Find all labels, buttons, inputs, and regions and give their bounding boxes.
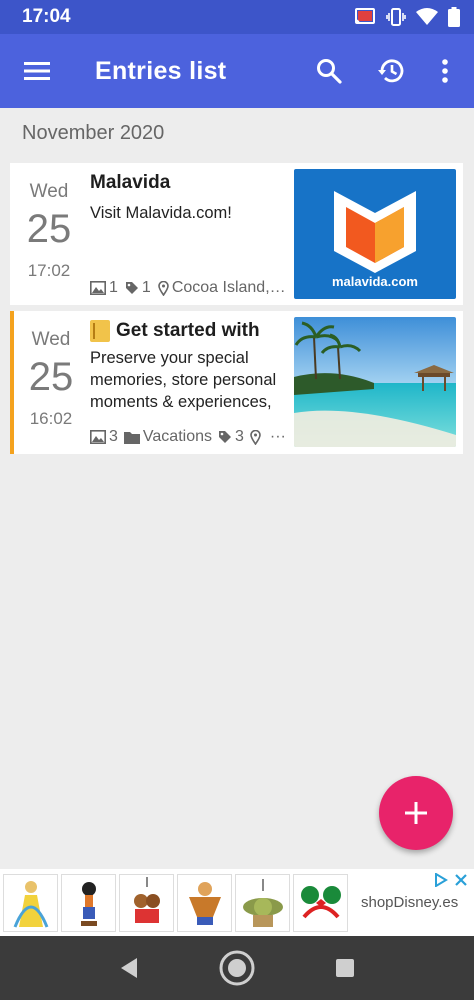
- entry-card[interactable]: Wed 25 16:02 Get started with Preserve y…: [10, 311, 463, 454]
- app-bar-actions: [298, 34, 468, 108]
- princess-ornament-image: [13, 880, 48, 928]
- entry-day: 25: [28, 355, 74, 399]
- entry-meta: 3 Vacations 3 ···: [90, 428, 286, 446]
- system-navigation-bar: [0, 936, 474, 1000]
- status-time: 17:04: [22, 6, 71, 27]
- photo-count: 1: [109, 279, 118, 296]
- history-button[interactable]: [360, 34, 422, 108]
- menu-button[interactable]: [0, 34, 74, 108]
- search-button[interactable]: [298, 34, 360, 108]
- location-icon: [158, 280, 169, 296]
- entry-date: Wed 25 17:02: [10, 163, 88, 305]
- status-bar: 17:04: [0, 0, 474, 34]
- entry-body: Malavida Visit Malavida.com! 1 1 Cocoa I…: [88, 163, 288, 305]
- recents-icon[interactable]: [335, 958, 355, 978]
- entry-date: Wed 25 16:02: [14, 311, 88, 454]
- ad-product-image[interactable]: [119, 873, 174, 932]
- entry-title-text: Get started with: [116, 320, 260, 341]
- tag-icon: [125, 282, 138, 294]
- ad-product-image[interactable]: [3, 873, 58, 932]
- entry-title-text: Malavida: [90, 172, 171, 193]
- photo-icon: [90, 430, 106, 444]
- thumbnail-caption: malavida.com: [332, 274, 418, 289]
- beach-photo: [294, 317, 456, 447]
- entry-time: 17:02: [27, 261, 71, 280]
- entry-weekday: Wed: [29, 181, 69, 202]
- yoda-ornament-image: [242, 878, 283, 927]
- entry-day: 25: [26, 207, 72, 251]
- tag-icon: [218, 431, 231, 443]
- folder-icon: [123, 431, 140, 444]
- app-bar: Entries list: [0, 34, 474, 108]
- month-header: November 2020: [22, 122, 165, 144]
- entry-time: 16:02: [29, 409, 73, 428]
- menu-icon: [24, 62, 50, 80]
- entry-meta: 1 1 Cocoa Island,…: [90, 279, 286, 297]
- minnie-headband-image: [300, 885, 341, 918]
- ad-product-image[interactable]: [235, 873, 290, 932]
- location-text: Cocoa Island,…: [171, 279, 286, 296]
- folder-name: Vacations: [142, 428, 212, 445]
- ad-brand[interactable]: shopDisney.es: [361, 894, 458, 911]
- entry-card[interactable]: Wed 25 17:02 Malavida Visit Malavida.com…: [10, 163, 463, 305]
- ad-badges: [434, 873, 468, 887]
- more-vert-icon: [442, 59, 448, 83]
- entry-thumbnail: malavida.com: [294, 169, 456, 299]
- notebook-icon: [90, 320, 110, 342]
- search-icon: [317, 59, 342, 84]
- history-icon: [378, 59, 404, 83]
- more-meta: ···: [269, 428, 286, 445]
- battery-icon: [448, 7, 460, 27]
- entry-text: Visit Malavida.com!: [90, 204, 232, 222]
- photo-icon: [90, 281, 106, 295]
- entry-weekday: Wed: [31, 329, 71, 350]
- add-icon: [405, 802, 427, 824]
- entry-title: Get started with: [90, 320, 288, 342]
- entry-thumbnail: [294, 317, 456, 447]
- ad-product-image[interactable]: [293, 873, 348, 932]
- ad-banner[interactable]: shopDisney.es: [0, 869, 474, 936]
- vibrate-icon: [386, 8, 406, 26]
- goofy-ornament-image: [80, 881, 97, 926]
- adchoices-icon[interactable]: [434, 873, 448, 887]
- entry-title: Malavida: [90, 172, 288, 194]
- close-ad-icon[interactable]: [454, 873, 468, 887]
- home-icon[interactable]: [218, 949, 256, 987]
- cast-icon: [354, 8, 375, 25]
- more-options-button[interactable]: [422, 34, 468, 108]
- wifi-icon: [416, 8, 438, 25]
- hercules-ornament-image: [188, 881, 221, 925]
- add-entry-button[interactable]: [379, 776, 453, 850]
- photo-count: 3: [109, 428, 118, 445]
- page-title: Entries list: [95, 56, 227, 85]
- ad-product-image[interactable]: [177, 873, 232, 932]
- entry-body: Get started with Preserve your special m…: [88, 311, 288, 454]
- ad-product-image[interactable]: [61, 873, 116, 932]
- location-icon: [250, 429, 261, 445]
- status-icons: [354, 7, 460, 27]
- tag-count: 1: [141, 279, 151, 296]
- chip-dale-ornament-image: [133, 876, 160, 923]
- back-icon[interactable]: [119, 957, 139, 979]
- entry-text: Preserve your special memories, store pe…: [90, 349, 277, 411]
- tag-count: 3: [234, 428, 244, 445]
